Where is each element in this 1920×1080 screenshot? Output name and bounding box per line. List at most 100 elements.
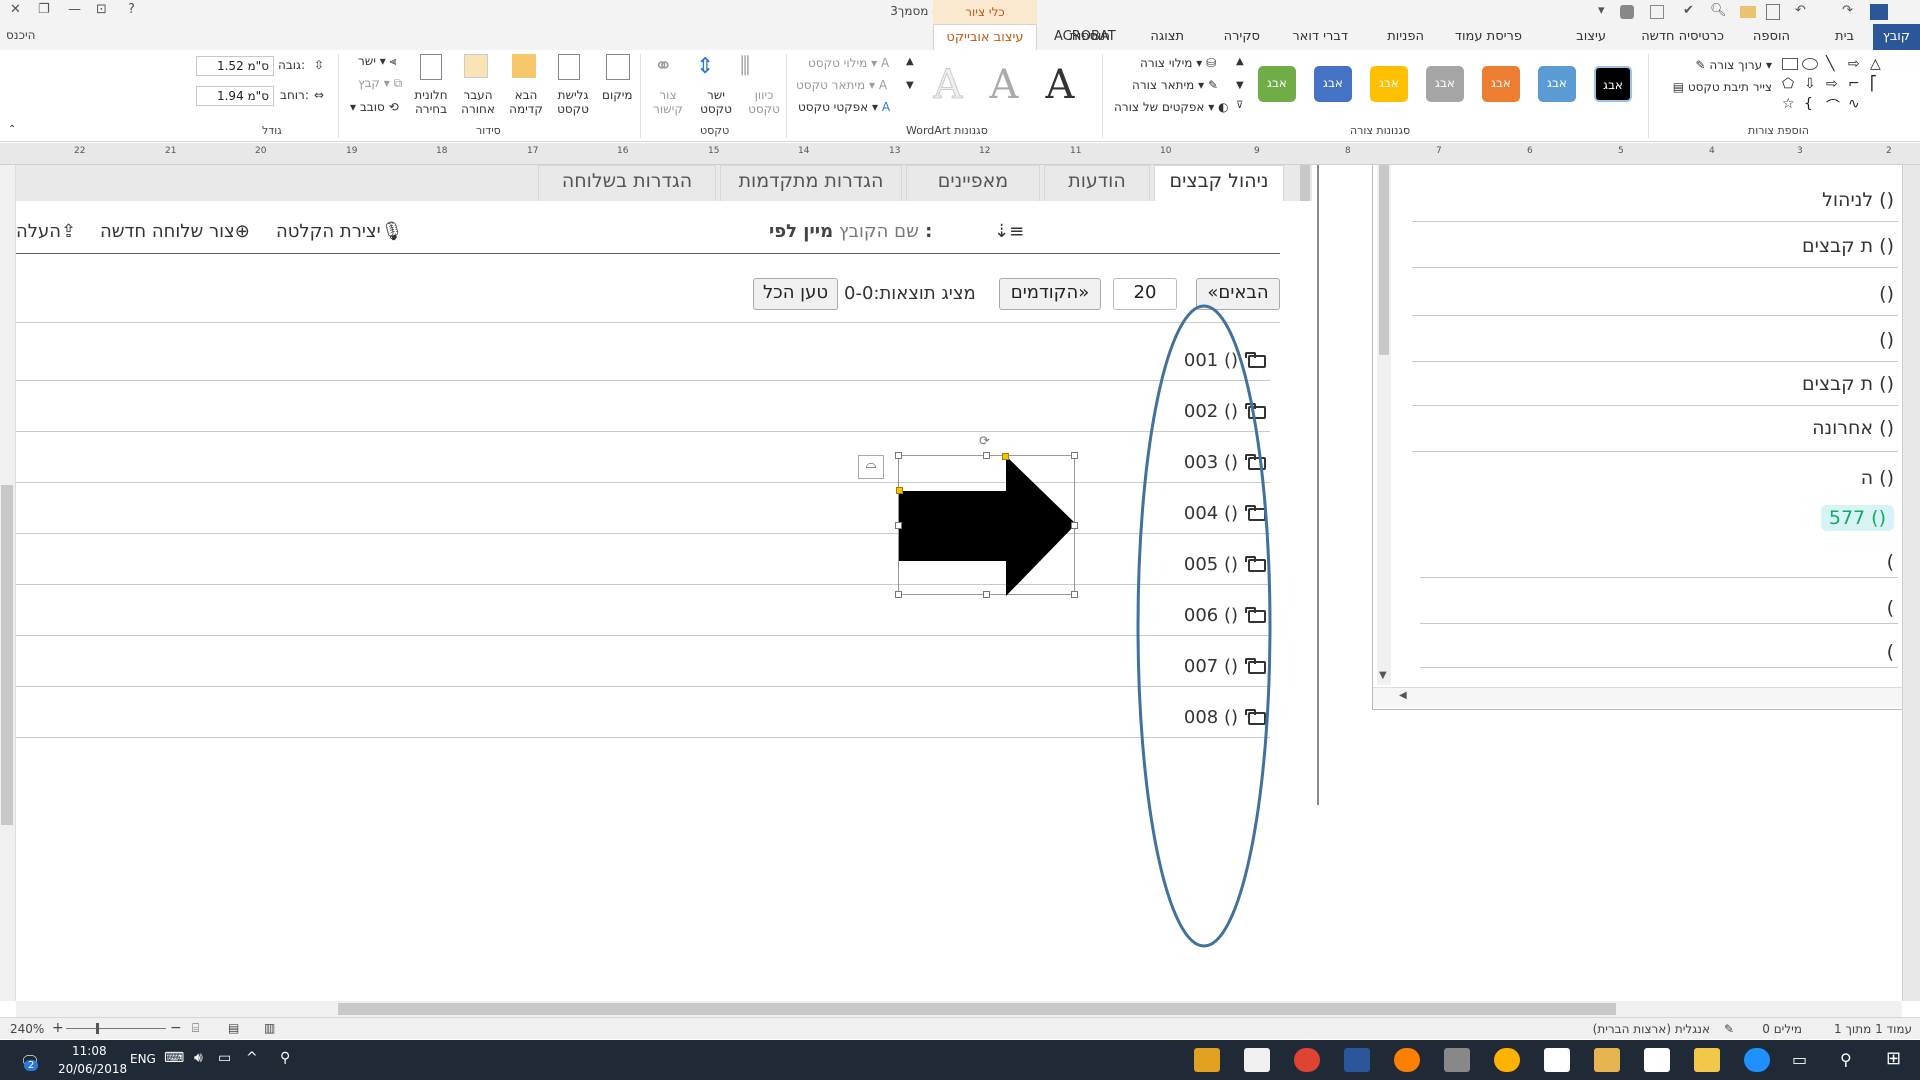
tab-drawing-format[interactable]: עיצוב אובייקט xyxy=(933,24,1037,50)
sticky-icon[interactable] xyxy=(1544,1048,1570,1072)
mail-icon[interactable] xyxy=(1244,1048,1270,1072)
proofing-icon[interactable]: ✎ xyxy=(1724,1022,1734,1036)
right-arrow-shape-icon[interactable]: ⇨ xyxy=(1826,76,1838,92)
tab-insert[interactable]: הוספה xyxy=(1753,29,1790,44)
tab-scrollbar[interactable] xyxy=(1300,165,1310,201)
tab-review[interactable]: סקירה xyxy=(1224,29,1260,44)
shape-style-black[interactable]: אבג xyxy=(1594,66,1632,102)
align-text-button[interactable]: ישר טקסט xyxy=(696,88,736,116)
restore-icon[interactable]: ❐ xyxy=(38,2,50,17)
down-arrow-shape-icon[interactable]: ⇩ xyxy=(1804,76,1816,92)
zoom-in-icon[interactable]: + xyxy=(52,1020,64,1036)
print-layout-icon[interactable]: ▤ xyxy=(228,1021,239,1035)
wordart-style-outline[interactable]: A xyxy=(922,62,974,112)
tab-references[interactable]: הפניות xyxy=(1387,29,1424,44)
search-icon[interactable]: ⚲ xyxy=(1840,1050,1852,1069)
redo-icon[interactable]: ↷ xyxy=(1842,3,1853,18)
wordart-scroll-down-icon[interactable]: ▼ xyxy=(906,80,914,91)
zoom-slider[interactable] xyxy=(66,1028,166,1029)
shapes-gallery[interactable]: ╲ ⇨ △ ⬠ ⇩ ⇨ ⌐ ⎡ ☆ { ⌒ ∿ xyxy=(1778,56,1908,116)
side-item[interactable]: ( xyxy=(1887,597,1894,619)
photos-icon[interactable] xyxy=(1594,1048,1620,1072)
page-count[interactable]: עמוד 1 מתוך 1 xyxy=(1834,1022,1912,1036)
curve-shape-icon[interactable]: ⌒ xyxy=(1826,96,1840,116)
upload-button[interactable]: העלה⇪ xyxy=(16,221,76,242)
tab-extension-settings[interactable]: הגדרות בשלוחה xyxy=(538,165,716,201)
wordart-style-black[interactable]: A xyxy=(1034,62,1086,112)
tab-view[interactable]: תצוגה xyxy=(1150,29,1184,44)
network-icon[interactable]: ▭ xyxy=(218,1050,231,1066)
minimize-icon[interactable]: — xyxy=(68,2,81,17)
tab-advanced-settings[interactable]: הגדרות מתקדמות xyxy=(720,165,902,201)
wordart-scroll-up-icon[interactable]: ▲ xyxy=(906,56,914,67)
text-outline-button[interactable]: מיתאר טקסט ▾ A xyxy=(796,78,887,92)
shape-style-blue[interactable]: אבג xyxy=(1538,66,1576,102)
text-effects-button[interactable]: אפקטי טקסט ▾ A xyxy=(798,100,890,114)
text-direction-button[interactable]: כיוון טקסט xyxy=(744,88,784,116)
record-button[interactable]: יצירת הקלטה🎙︎ xyxy=(276,221,404,242)
width-input[interactable]: 1.94 ס"מ xyxy=(196,86,274,106)
resize-handle[interactable] xyxy=(895,452,902,459)
selection-pane-button[interactable]: חלונית בחירה xyxy=(410,88,452,116)
input-language[interactable]: ENG xyxy=(130,1052,156,1066)
qat-customize-icon[interactable]: ▾ xyxy=(1598,3,1605,18)
shape-style-gold[interactable]: אבג xyxy=(1370,66,1408,102)
elbow-shape-icon[interactable]: ⌐ xyxy=(1848,76,1860,92)
adjust-handle[interactable] xyxy=(1002,453,1009,460)
bring-forward-button[interactable]: הבא קדימה xyxy=(506,88,546,116)
tab-home[interactable]: בית xyxy=(1835,29,1854,44)
new-extension-button[interactable]: צור שלוחה חדשה⊕ xyxy=(100,221,250,242)
tab-design[interactable]: עיצוב xyxy=(1576,29,1606,44)
new-doc-icon[interactable] xyxy=(1766,4,1780,20)
brace-shape-icon[interactable]: { xyxy=(1804,96,1813,112)
table-icon[interactable] xyxy=(1650,5,1664,19)
help-button[interactable]: ? xyxy=(128,2,135,17)
wrap-text-button[interactable]: גלישת טקסט xyxy=(550,88,596,116)
horizontal-scrollbar-thumb[interactable] xyxy=(338,1003,1616,1015)
sort-icon[interactable]: ⇣≡ xyxy=(994,221,1024,242)
gallery-scroll-up-icon[interactable]: ▲ xyxy=(1236,56,1244,67)
star-shape-icon[interactable]: ☆ xyxy=(1782,96,1795,112)
shape-fill-button[interactable]: מילוי צורה ▾ ⛁ xyxy=(1140,56,1216,70)
sign-in-link[interactable]: היכנס xyxy=(6,28,35,42)
vertical-scrollbar-thumb[interactable] xyxy=(1,485,13,825)
group-button[interactable]: קבץ ▾ ⧉ xyxy=(358,76,402,91)
horizontal-scrollbar[interactable] xyxy=(16,1001,1902,1017)
create-link-button[interactable]: צור קישור xyxy=(648,88,688,116)
web-layout-icon[interactable]: ⌸ xyxy=(192,1021,199,1036)
height-input[interactable]: 1.52 ס"מ xyxy=(196,56,274,76)
gallery-more-icon[interactable]: ⊽ xyxy=(1236,100,1243,111)
shape-style-green[interactable]: אבג xyxy=(1258,66,1296,102)
chrome-icon[interactable] xyxy=(1294,1048,1320,1072)
file-explorer-icon[interactable] xyxy=(1694,1048,1720,1072)
scroll-left-icon[interactable]: ◀ xyxy=(1399,690,1407,701)
text-fill-button[interactable]: מילוי טקסט ▾ A xyxy=(808,56,889,70)
ribbon-display-icon[interactable]: ⊡ xyxy=(96,2,107,17)
resize-handle[interactable] xyxy=(983,591,990,598)
search-app-icon[interactable] xyxy=(1394,1048,1420,1072)
save-icon[interactable] xyxy=(1870,4,1888,20)
right-arrow-shape[interactable] xyxy=(899,456,1076,596)
side-item[interactable]: ( xyxy=(1887,641,1894,663)
arrow-shape-icon[interactable]: ⇨ xyxy=(1848,56,1860,72)
resize-handle[interactable] xyxy=(1071,452,1078,459)
load-all-button[interactable]: טען הכל xyxy=(753,278,838,310)
position-button[interactable]: מיקום xyxy=(602,88,633,102)
zoom-slider-thumb[interactable] xyxy=(96,1023,99,1034)
tab-new[interactable]: כרטיסיה חדשה xyxy=(1641,29,1724,44)
horizontal-ruler[interactable]: 22 21 20 19 18 17 16 15 14 13 12 11 10 9… xyxy=(0,143,1920,165)
freeform-shape-icon[interactable]: ∿ xyxy=(1848,96,1860,112)
tab-messages[interactable]: הודעות xyxy=(1044,165,1150,201)
people-icon[interactable]: ⚲ xyxy=(280,1050,290,1066)
side-item-highlighted[interactable]: 577 () xyxy=(1820,505,1894,531)
layout-options-icon[interactable]: ⌓ xyxy=(858,455,884,479)
clock-time[interactable]: 11:08 xyxy=(72,1044,107,1058)
resize-handle[interactable] xyxy=(895,522,902,529)
align-button[interactable]: ישר ▾ ⫷ xyxy=(358,54,396,69)
bracket-shape-icon[interactable]: ⎡ xyxy=(1870,76,1877,92)
ellipse-annotation-shape[interactable] xyxy=(1134,299,1274,953)
side-item[interactable]: ת קבצים () xyxy=(1802,235,1894,257)
triangle-shape-icon[interactable]: △ xyxy=(1870,56,1881,72)
resize-handle[interactable] xyxy=(1071,522,1078,529)
clock-date[interactable]: 20/06/2018 xyxy=(58,1062,127,1076)
